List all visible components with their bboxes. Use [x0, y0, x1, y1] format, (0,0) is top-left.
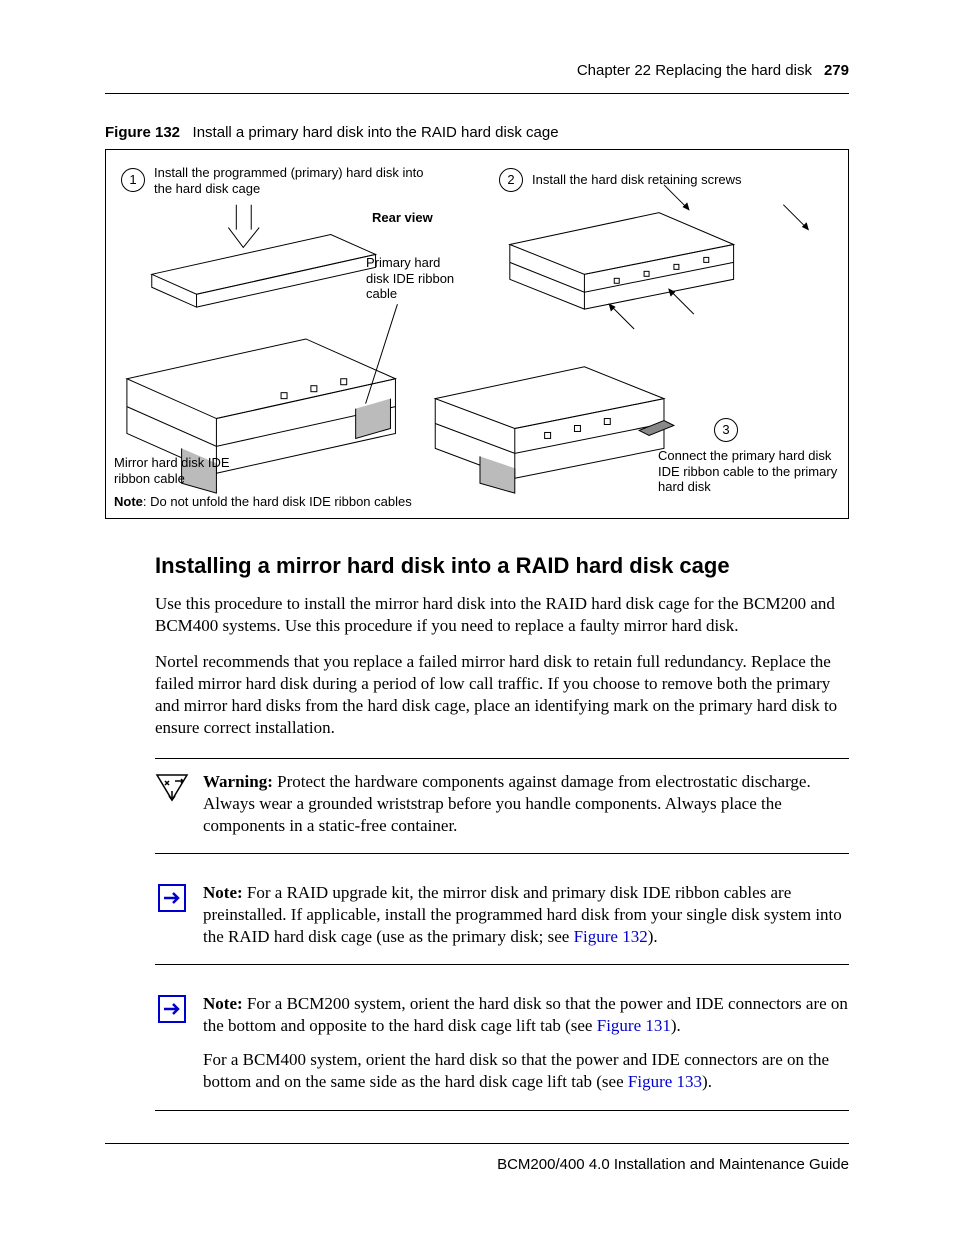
- warning-callout: Warning: Protect the hardware components…: [155, 759, 849, 854]
- figure-note: Note: Do not unfold the hard disk IDE ri…: [114, 494, 412, 510]
- warning-bold: Warning:: [203, 772, 273, 791]
- figure-131-link[interactable]: Figure 131: [597, 1016, 671, 1035]
- note-2-p1b: ).: [671, 1016, 681, 1035]
- warning-text: Warning: Protect the hardware components…: [203, 771, 849, 837]
- paragraph-2: Nortel recommends that you replace a fai…: [155, 651, 849, 739]
- figure-133-link[interactable]: Figure 133: [628, 1072, 702, 1091]
- step-1-marker: 1: [121, 168, 145, 192]
- page-number: 279: [824, 62, 849, 79]
- page-container: Chapter 22 Replacing the hard disk 279 F…: [0, 0, 954, 1235]
- figure-note-bold: Note: [114, 494, 143, 509]
- step-3-label: Connect the primary hard disk IDE ribbon…: [658, 448, 838, 495]
- note-2-text: Note: For a BCM200 system, orient the ha…: [203, 993, 849, 1093]
- note-callout-2: Note: For a BCM200 system, orient the ha…: [155, 981, 849, 1110]
- figure-note-text: : Do not unfold the hard disk IDE ribbon…: [143, 494, 412, 509]
- rear-view-label: Rear view: [372, 210, 433, 226]
- section-heading: Installing a mirror hard disk into a RAI…: [155, 553, 849, 579]
- mirror-cable-label: Mirror hard disk IDE ribbon cable: [114, 455, 244, 486]
- chapter-title: Chapter 22 Replacing the hard disk: [577, 62, 812, 79]
- note-2-p2b: ).: [702, 1072, 712, 1091]
- figure-caption: Figure 132 Install a primary hard disk i…: [105, 124, 849, 141]
- note-1-body-a: For a RAID upgrade kit, the mirror disk …: [203, 883, 842, 946]
- note-arrow-icon: [155, 993, 189, 1093]
- body-text: Use this procedure to install the mirror…: [155, 593, 849, 740]
- note-1-bold: Note:: [203, 883, 243, 902]
- step-2-label: Install the hard disk retaining screws: [532, 172, 792, 188]
- figure-label: Figure 132: [105, 124, 180, 141]
- note-2-p1a: For a BCM200 system, orient the hard dis…: [203, 994, 848, 1035]
- note-arrow-icon: [155, 882, 189, 948]
- primary-cable-label: Primary hard disk IDE ribbon cable: [366, 255, 456, 302]
- note-callout-1: Note: For a RAID upgrade kit, the mirror…: [155, 870, 849, 965]
- paragraph-1: Use this procedure to install the mirror…: [155, 593, 849, 637]
- note-2-p2a: For a BCM400 system, orient the hard dis…: [203, 1050, 829, 1091]
- step-3-marker: 3: [714, 418, 738, 442]
- figure-box: 1 Install the programmed (primary) hard …: [105, 149, 849, 519]
- step-2-marker: 2: [499, 168, 523, 192]
- step-1-label: Install the programmed (primary) hard di…: [154, 165, 434, 196]
- warning-body: Protect the hardware components against …: [203, 772, 811, 835]
- figure-caption-text: Install a primary hard disk into the RAI…: [193, 124, 559, 141]
- warning-icon: [155, 771, 189, 837]
- page-header: Chapter 22 Replacing the hard disk 279: [105, 62, 849, 94]
- note-1-body-b: ).: [648, 927, 658, 946]
- page-footer: BCM200/400 4.0 Installation and Maintena…: [105, 1143, 849, 1173]
- note-2-bold: Note:: [203, 994, 243, 1013]
- note-1-text: Note: For a RAID upgrade kit, the mirror…: [203, 882, 849, 948]
- figure-132-link[interactable]: Figure 132: [574, 927, 648, 946]
